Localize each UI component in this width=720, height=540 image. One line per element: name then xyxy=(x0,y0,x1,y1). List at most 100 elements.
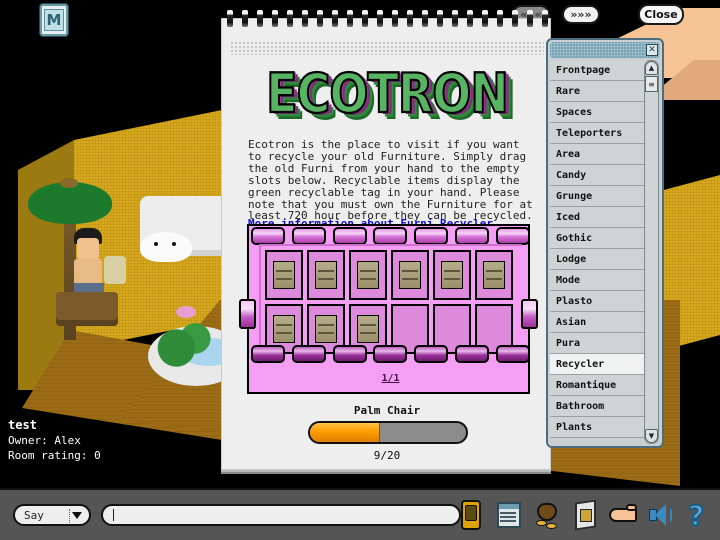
text-cursor xyxy=(113,509,114,521)
spiral-ring xyxy=(256,10,263,27)
habbo-client-screen: M ««« »»» Close test Owner: Alex Room ra… xyxy=(0,0,720,540)
avatar-head xyxy=(77,238,99,260)
recycler-slot-filled[interactable] xyxy=(349,250,387,300)
catalog-category-candy[interactable]: Candy xyxy=(550,165,646,186)
recycler-roller xyxy=(332,345,367,363)
catalog-category-recycler[interactable]: Recycler xyxy=(550,354,646,375)
recycler-slot-filled[interactable] xyxy=(475,250,513,300)
bear-head xyxy=(140,232,192,262)
recycler-roller xyxy=(373,227,408,245)
catalog-category-teleporters[interactable]: Teleporters xyxy=(550,123,646,144)
tiki-chair[interactable] xyxy=(56,292,118,326)
recycler-roller xyxy=(373,345,408,363)
recycler-knob-left[interactable] xyxy=(239,299,256,329)
recycler-top-rollers xyxy=(249,226,532,246)
purse-icon[interactable] xyxy=(532,498,562,532)
help-icon[interactable]: ? xyxy=(684,498,714,533)
catalog-category-iced[interactable]: Iced xyxy=(550,207,646,228)
catalog-category-bathroom[interactable]: Bathroom xyxy=(550,396,646,417)
spiral-ring xyxy=(346,10,353,27)
recycle-progress-fill xyxy=(310,423,381,442)
catalog-category-lodge[interactable]: Lodge xyxy=(550,249,646,270)
recycler-slot-filled[interactable] xyxy=(433,250,471,300)
mod-button[interactable]: M xyxy=(40,4,68,36)
catalog-category-grunge[interactable]: Grunge xyxy=(550,186,646,207)
notepad-dot-strip xyxy=(230,41,544,55)
sound-icon[interactable] xyxy=(646,498,676,532)
catalog-category-pura[interactable]: Pura xyxy=(550,333,646,354)
recycler-slot-filled[interactable] xyxy=(265,250,303,300)
chat-mode-divider xyxy=(69,509,70,523)
recycle-progress-label: 9/20 xyxy=(373,449,401,462)
recycler-roller xyxy=(414,227,449,245)
page-indicator[interactable]: 1/1 xyxy=(249,373,532,384)
recycler-slot-filled[interactable] xyxy=(307,250,345,300)
navigator-icon[interactable] xyxy=(494,498,524,532)
catalog-category-area[interactable]: Area xyxy=(550,144,646,165)
bookshelf-icon xyxy=(315,315,337,343)
bookshelf-icon xyxy=(483,261,505,289)
next-page-button[interactable]: »»» xyxy=(562,5,600,24)
scroll-up-icon[interactable]: ▲ xyxy=(645,61,658,75)
scrollbar-thumb[interactable]: ≡ xyxy=(645,76,658,92)
catalog-category-list[interactable]: Frontpage Rare Spaces Teleporters Area Candy G… xyxy=(550,60,646,445)
bear-eye-left xyxy=(154,242,158,246)
spiral-ring xyxy=(391,10,398,27)
recycler-machine: 1/1 xyxy=(239,224,538,394)
spiral-ring xyxy=(496,10,503,27)
spiral-ring xyxy=(526,10,533,27)
ecotron-logo: ECOTRON xyxy=(222,59,552,127)
spiral-ring xyxy=(331,10,338,27)
flower-pink xyxy=(176,306,196,318)
bookshelf-icon xyxy=(399,261,421,289)
catalog-category-romantique[interactable]: Romantique xyxy=(550,375,646,396)
spiral-ring xyxy=(376,10,383,27)
spiral-ring xyxy=(316,10,323,27)
catalog-category-asian[interactable]: Asian xyxy=(550,312,646,333)
recycler-roller xyxy=(332,227,367,245)
chat-mode-label: Say xyxy=(24,508,44,522)
bottom-toolbar: Say ? xyxy=(0,488,720,540)
catalog-titlebar[interactable]: ✕ xyxy=(550,42,660,58)
recycler-bottom-rollers xyxy=(249,344,532,364)
chat-mode-dropdown[interactable]: Say xyxy=(13,504,91,526)
bookshelf-icon xyxy=(273,261,295,289)
chevron-down-icon xyxy=(72,511,82,519)
recycler-roller xyxy=(251,345,285,363)
hand-icon[interactable] xyxy=(608,498,638,532)
catalog-category-gothic[interactable]: Gothic xyxy=(550,228,646,249)
catalog-category-plasto[interactable]: Plasto xyxy=(550,291,646,312)
catalog-scrollbar[interactable]: ▲ ≡ ▼ xyxy=(644,60,659,444)
recycler-roller xyxy=(414,345,449,363)
recycler-roller xyxy=(495,345,530,363)
recycler-slot-filled[interactable] xyxy=(391,250,429,300)
scroll-down-icon[interactable]: ▼ xyxy=(645,429,658,443)
recycler-roller xyxy=(495,227,530,245)
catalog-category-frontpage[interactable]: Frontpage xyxy=(550,60,646,81)
palm-tree-crown xyxy=(60,178,78,188)
close-icon[interactable]: ✕ xyxy=(646,44,658,56)
bookshelf-icon xyxy=(357,315,379,343)
recycler-knob-right[interactable] xyxy=(521,299,538,329)
spiral-ring xyxy=(286,10,293,27)
toolbar-icons: ? xyxy=(456,498,714,533)
catalog-category-plants[interactable]: Plants xyxy=(550,417,646,438)
bookshelf-icon xyxy=(315,261,337,289)
ecotron-dialog: ECOTRON Ecotron is the place to visit if… xyxy=(221,10,552,470)
catalog-icon[interactable] xyxy=(570,498,600,532)
spiral-ring xyxy=(511,10,518,27)
chat-input[interactable] xyxy=(101,504,461,526)
recycle-progress-bar xyxy=(308,421,468,444)
spiral-ring xyxy=(406,10,413,27)
console-icon[interactable] xyxy=(456,498,486,532)
catalog-category-mode[interactable]: Mode xyxy=(550,270,646,291)
spiral-ring xyxy=(481,10,488,27)
catalog-category-rare[interactable]: Rare xyxy=(550,81,646,102)
recycler-roller xyxy=(291,227,326,245)
notepad-spiral-binding xyxy=(222,10,552,28)
spiral-ring xyxy=(466,10,473,27)
recycler-roller xyxy=(251,227,285,245)
close-button[interactable]: Close xyxy=(638,4,684,25)
mod-button-label: M xyxy=(44,9,64,31)
catalog-category-spaces[interactable]: Spaces xyxy=(550,102,646,123)
